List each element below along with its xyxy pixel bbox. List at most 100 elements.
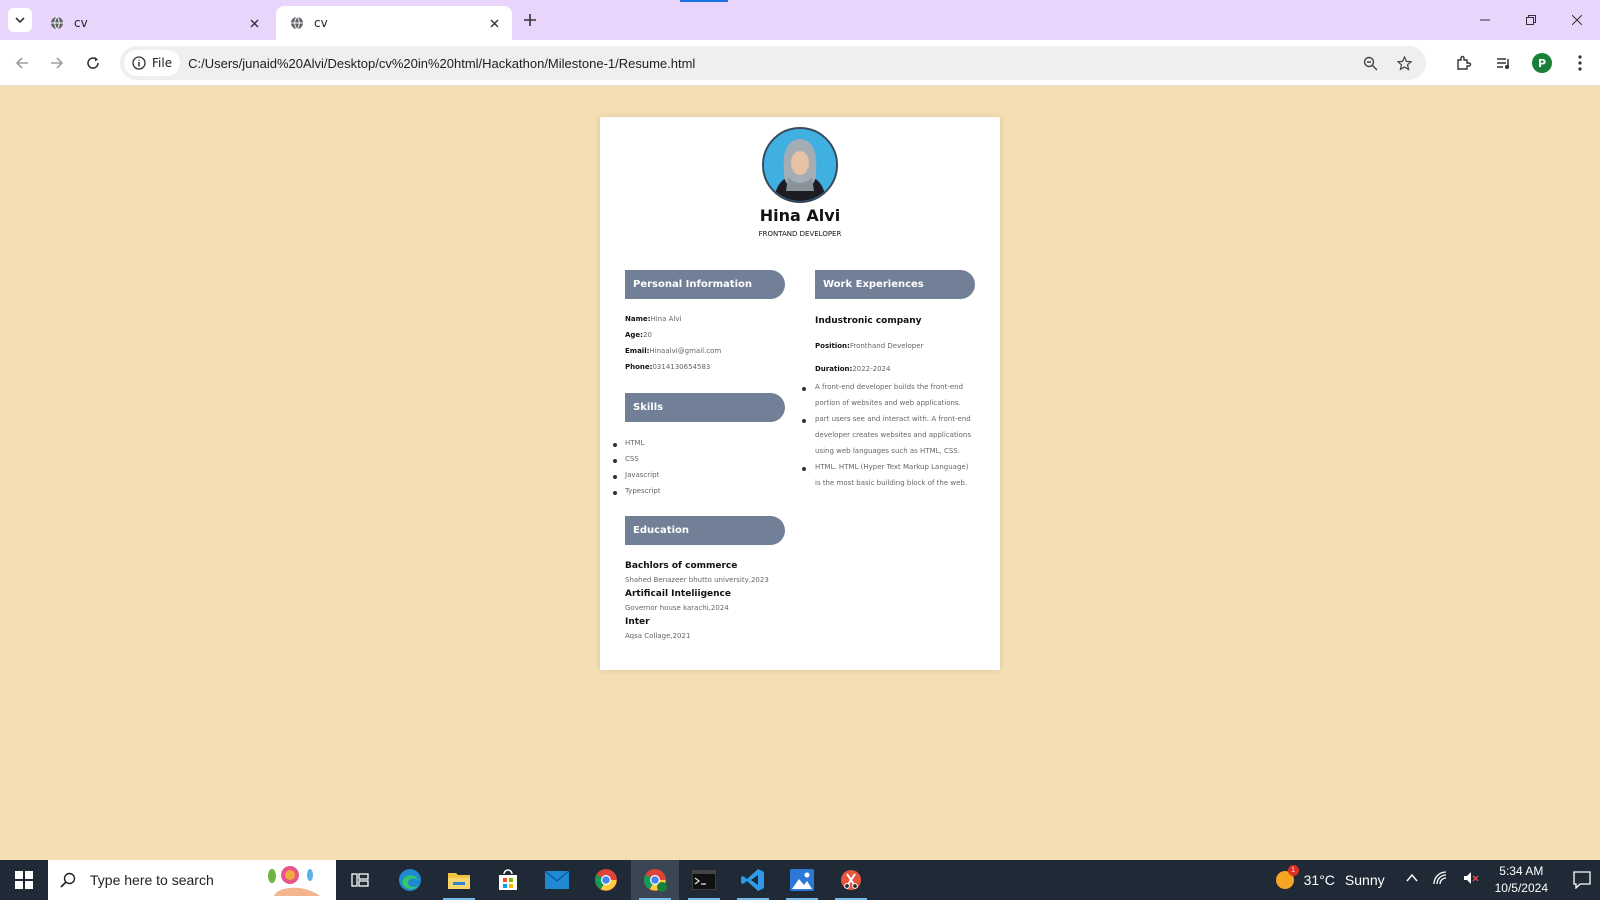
sun-icon: 1	[1275, 865, 1299, 889]
zoom-button[interactable]	[1358, 51, 1382, 75]
work-position: Position:Fronthand Developer	[815, 342, 924, 350]
windows-logo-icon	[15, 871, 33, 889]
menu-button[interactable]	[1568, 51, 1592, 75]
window-controls	[1462, 0, 1600, 40]
windows-taskbar: Type here to search 1 31°C Sunny 5:34 AM…	[0, 860, 1600, 900]
profile-avatar[interactable]: P	[1532, 53, 1552, 73]
taskbar-edge[interactable]	[386, 860, 434, 900]
vscode-icon	[741, 869, 764, 891]
new-tab-button[interactable]	[520, 10, 540, 30]
tab-title: cv	[74, 16, 88, 30]
skill-item: CSS	[625, 455, 639, 463]
playlist-icon	[1497, 58, 1509, 69]
photos-icon	[790, 869, 814, 891]
resume-card: Hina Alvi FRONTAND DEVELOPER Personal In…	[600, 117, 1000, 670]
education-degree: Artificail Inteliigence	[625, 589, 731, 599]
folder-icon	[448, 873, 470, 889]
minimize-button[interactable]	[1462, 0, 1508, 40]
start-button[interactable]	[0, 860, 48, 900]
site-info-chip[interactable]: File	[124, 50, 181, 76]
work-experience-heading: Work Experiences	[815, 270, 975, 299]
taskbar-file-explorer[interactable]	[435, 860, 483, 900]
terminal-icon	[692, 870, 716, 890]
info-name: Name:Hina Alvi	[625, 315, 682, 323]
weather-temp: 31°C	[1303, 872, 1335, 888]
media-controls-button[interactable]	[1492, 51, 1516, 75]
skill-item: Javascript	[625, 471, 660, 479]
skills-heading: Skills	[625, 393, 785, 422]
volume-muted-icon[interactable]	[1463, 871, 1479, 890]
taskbar-vscode[interactable]	[729, 860, 777, 900]
minimize-icon	[1480, 19, 1490, 21]
close-window-button[interactable]	[1554, 0, 1600, 40]
system-tray: 1 31°C Sunny 5:34 AM 10/5/2024	[1275, 860, 1600, 900]
star-icon	[1396, 55, 1412, 71]
notifications-button[interactable]	[1564, 871, 1600, 889]
arrow-left-icon	[15, 57, 28, 69]
bullet-dot	[613, 459, 617, 463]
bookmark-button[interactable]	[1392, 51, 1416, 75]
skill-item: HTML	[625, 439, 645, 447]
taskbar-snipping-tool[interactable]	[827, 860, 875, 900]
personal-info-heading: Personal Information	[625, 270, 785, 299]
arrow-right-icon	[51, 57, 64, 69]
close-tab-icon[interactable]	[486, 15, 502, 31]
tab-bar: cv cv	[0, 0, 1600, 40]
mail-icon	[545, 871, 569, 889]
work-bullet: HTML. HTML (Hyper Text Markup Language) …	[815, 463, 969, 487]
more-vert-icon	[1578, 55, 1582, 71]
back-button[interactable]	[10, 51, 34, 75]
task-view-button[interactable]	[336, 860, 384, 900]
browser-toolbar: File C:/Users/junaid%20Alvi/Desktop/cv%2…	[0, 40, 1600, 86]
bullet-dot	[613, 491, 617, 495]
notification-icon	[1573, 871, 1591, 889]
restore-icon	[1526, 15, 1536, 25]
taskbar-store[interactable]	[484, 860, 532, 900]
weather-widget[interactable]: 1 31°C Sunny	[1275, 865, 1385, 889]
info-email: Email:Hinaalvi@gmail.com	[625, 347, 722, 355]
taskbar-photos[interactable]	[778, 860, 826, 900]
skill-item: Typescript	[625, 487, 661, 495]
tab-search-button[interactable]	[8, 8, 32, 32]
education-degree: Bachlors of commerce	[625, 561, 738, 571]
extensions-button[interactable]	[1452, 51, 1476, 75]
reload-icon	[87, 57, 99, 69]
resume-role: FRONTAND DEVELOPER	[758, 230, 842, 238]
clock-date: 10/5/2024	[1494, 881, 1548, 895]
file-label: File	[152, 56, 173, 70]
globe-icon	[50, 16, 64, 30]
education-institution: Aqsa Collage,2021	[625, 632, 691, 640]
work-bullet: part users see and interact with. A fron…	[815, 415, 972, 455]
snipping-icon	[841, 870, 861, 890]
taskbar-chrome-profile[interactable]	[631, 860, 679, 900]
taskbar-terminal[interactable]	[680, 860, 728, 900]
education-heading: Education	[625, 516, 785, 545]
address-bar[interactable]: File C:/Users/junaid%20Alvi/Desktop/cv%2…	[120, 46, 1426, 80]
url-text[interactable]: C:/Users/junaid%20Alvi/Desktop/cv%20in%2…	[188, 56, 695, 71]
close-tab-icon[interactable]	[246, 15, 262, 31]
forward-button[interactable]	[45, 51, 69, 75]
work-bullet: A front-end developer builds the front-e…	[815, 383, 964, 407]
chevron-up-icon[interactable]	[1405, 871, 1419, 890]
weather-desc: Sunny	[1344, 872, 1385, 888]
tab-cv-2[interactable]: cv	[276, 6, 512, 40]
chrome-icon	[595, 869, 617, 891]
tab-title: cv	[314, 16, 328, 30]
network-icon[interactable]	[1432, 870, 1449, 890]
puzzle-icon	[1457, 55, 1472, 70]
plus-icon	[524, 14, 536, 26]
search-highlight-graphic	[264, 866, 326, 896]
taskbar-clock[interactable]: 5:34 AM 10/5/2024	[1495, 863, 1548, 897]
reload-button[interactable]	[81, 51, 105, 75]
bullet-dot	[802, 467, 806, 471]
taskbar-mail[interactable]	[533, 860, 581, 900]
taskbar-chrome[interactable]	[582, 860, 630, 900]
info-phone: Phone:0314130654583	[625, 363, 711, 371]
taskbar-search-box[interactable]: Type here to search	[48, 860, 336, 900]
edge-icon	[399, 869, 421, 891]
company-name: Industronic company	[815, 316, 922, 326]
bullet-dot	[802, 387, 806, 391]
tab-cv-1[interactable]: cv	[36, 6, 272, 40]
tab-indicator	[680, 0, 728, 2]
restore-button[interactable]	[1508, 0, 1554, 40]
